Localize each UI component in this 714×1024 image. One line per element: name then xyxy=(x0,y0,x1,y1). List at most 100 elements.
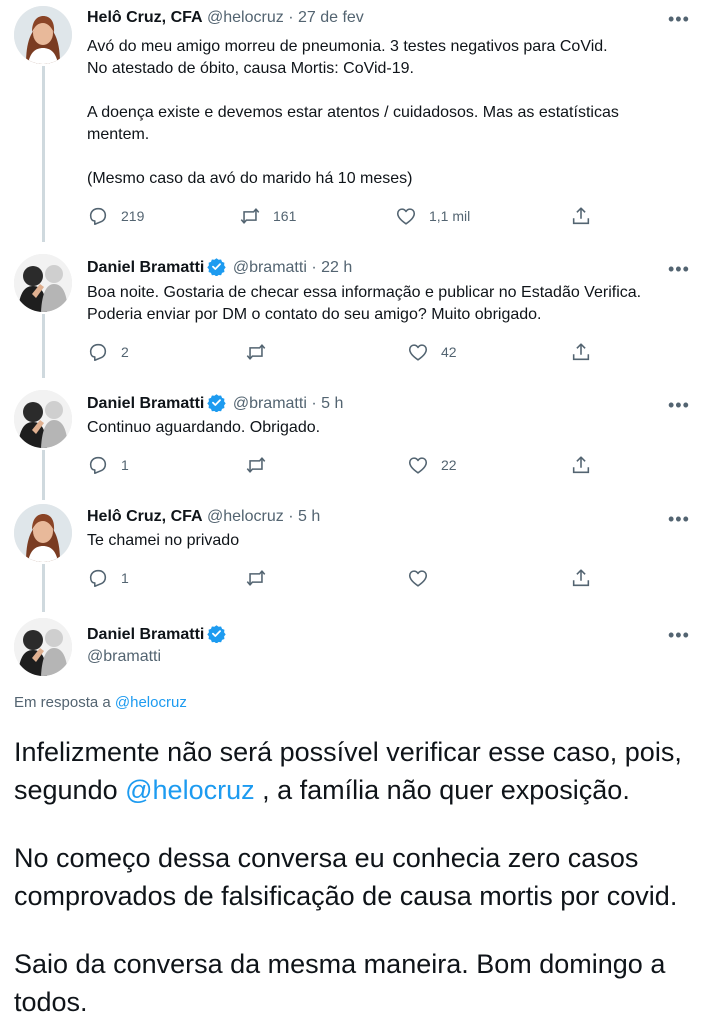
author-name[interactable]: Helô Cruz, CFA xyxy=(87,9,203,26)
timestamp[interactable]: 5 h xyxy=(298,508,320,525)
tweet-helo-2[interactable]: Helô Cruz, CFA @helocruz · 5 h ••• Te ch… xyxy=(0,500,714,604)
more-icon[interactable]: ••• xyxy=(668,626,690,644)
retweet-button[interactable] xyxy=(245,340,267,364)
tweet-text: Avó do meu amigo morreu de pneumonia. 3 … xyxy=(87,36,699,190)
tweet-helo-1[interactable]: Helô Cruz, CFA @helocruz · 27 de fev •••… xyxy=(0,0,714,240)
separator-dot: · xyxy=(288,9,294,26)
avatar[interactable] xyxy=(14,618,72,676)
tweet-header: Daniel Bramatti xyxy=(87,624,228,645)
reply-count: 1 xyxy=(121,457,129,473)
share-button[interactable] xyxy=(570,566,592,590)
tweet-header: Daniel Bramatti @bramatti · 5 h xyxy=(87,393,343,414)
share-icon xyxy=(570,341,592,363)
reply-icon xyxy=(87,454,109,476)
author-name[interactable]: Daniel Bramatti xyxy=(87,626,204,643)
reply-to-prefix: Em resposta a xyxy=(14,694,111,711)
tweet-text: Te chamei no privado xyxy=(87,530,699,552)
tweet-actions: 219 161 1,1 mil xyxy=(87,204,607,228)
separator-dot: · xyxy=(288,508,294,525)
tweet-line: Boa noite. Gostaria de checar essa infor… xyxy=(87,284,642,301)
retweet-button[interactable]: 161 xyxy=(239,204,296,228)
share-button[interactable] xyxy=(570,340,592,364)
mention-link[interactable]: @helocruz xyxy=(125,775,254,805)
retweet-icon xyxy=(245,454,267,476)
tweet-actions: 2 42 xyxy=(87,340,607,364)
avatar[interactable] xyxy=(14,6,72,64)
main-text-line: segundo @helocruz , a família não quer e… xyxy=(14,771,704,809)
like-icon xyxy=(407,341,429,363)
timestamp[interactable]: 5 h xyxy=(321,395,343,412)
author-handle[interactable]: @helocruz xyxy=(207,508,284,525)
avatar[interactable] xyxy=(14,390,72,448)
verified-badge-icon xyxy=(207,393,226,412)
like-count: 1,1 mil xyxy=(429,208,471,224)
retweet-button[interactable] xyxy=(245,566,267,590)
reply-count: 1 xyxy=(121,570,129,586)
like-icon xyxy=(407,454,429,476)
tweet-line: Avó do meu amigo morreu de pneumonia. 3 … xyxy=(87,38,608,55)
reply-count: 2 xyxy=(121,344,129,360)
tweet-header: Helô Cruz, CFA @helocruz · 5 h xyxy=(87,507,320,527)
share-button[interactable] xyxy=(570,204,592,228)
author-handle[interactable]: @bramatti xyxy=(87,648,161,665)
retweet-button[interactable] xyxy=(245,453,267,477)
separator-dot: · xyxy=(311,395,317,412)
tweet-header: Helô Cruz, CFA @helocruz · 27 de fev xyxy=(87,8,364,28)
author-handle[interactable]: @bramatti xyxy=(233,259,307,276)
tweet-line: Continuo aguardando. Obrigado. xyxy=(87,419,321,436)
more-icon[interactable]: ••• xyxy=(668,10,690,28)
reply-count: 219 xyxy=(121,208,145,224)
reply-button[interactable]: 2 xyxy=(87,340,129,364)
like-button[interactable] xyxy=(407,566,429,590)
reply-icon xyxy=(87,567,109,589)
more-icon[interactable]: ••• xyxy=(668,260,690,278)
avatar[interactable] xyxy=(14,254,72,312)
retweet-icon xyxy=(239,205,261,227)
tweet-line: mentem. xyxy=(87,126,150,143)
author-name[interactable]: Helô Cruz, CFA xyxy=(87,508,203,525)
reply-button[interactable]: 1 xyxy=(87,566,129,590)
main-tweet-text: Infelizmente não será possível verificar… xyxy=(14,733,704,1021)
tweet-line: A doença existe e devemos estar atentos … xyxy=(87,104,619,121)
more-icon[interactable]: ••• xyxy=(668,396,690,414)
like-icon xyxy=(395,205,417,227)
author-name[interactable]: Daniel Bramatti xyxy=(87,259,204,276)
main-text-line: todos. xyxy=(14,987,88,1017)
main-text-line: No começo dessa conversa eu conhecia zer… xyxy=(14,843,639,873)
tweet-daniel-1[interactable]: Daniel Bramatti @bramatti · 22 h ••• Boa… xyxy=(0,250,714,370)
like-count: 22 xyxy=(441,457,457,473)
author-handle[interactable]: @bramatti xyxy=(233,395,307,412)
tweet-line: Te chamei no privado xyxy=(87,532,240,549)
like-button[interactable]: 22 xyxy=(407,453,457,477)
retweet-icon xyxy=(245,341,267,363)
reply-button[interactable]: 219 xyxy=(87,204,144,228)
author-name[interactable]: Daniel Bramatti xyxy=(87,395,204,412)
share-icon xyxy=(570,567,592,589)
tweet-daniel-2[interactable]: Daniel Bramatti @bramatti · 5 h ••• Cont… xyxy=(0,386,714,490)
more-icon[interactable]: ••• xyxy=(668,510,690,528)
tweet-text: Boa noite. Gostaria de checar essa infor… xyxy=(87,282,699,326)
main-text-fragment: segundo xyxy=(14,775,118,805)
timestamp[interactable]: 22 h xyxy=(321,259,352,276)
reply-to-line: Em resposta a @helocruz xyxy=(14,694,187,711)
reply-to-mention[interactable]: @helocruz xyxy=(115,694,187,711)
tweet-actions: 1 22 xyxy=(87,453,607,477)
main-text-line: comprovados de falsificação de causa mor… xyxy=(14,881,678,911)
like-button[interactable]: 1,1 mil xyxy=(395,204,470,228)
reply-icon xyxy=(87,205,109,227)
author-handle[interactable]: @helocruz xyxy=(207,9,284,26)
share-button[interactable] xyxy=(570,453,592,477)
retweet-icon xyxy=(245,567,267,589)
tweet-actions: 1 xyxy=(87,566,607,590)
tweet-line: (Mesmo caso da avó do marido há 10 meses… xyxy=(87,170,413,187)
main-text-fragment: , a família não quer exposição. xyxy=(262,775,630,805)
timestamp[interactable]: 27 de fev xyxy=(298,9,364,26)
like-button[interactable]: 42 xyxy=(407,340,457,364)
verified-badge-icon xyxy=(207,624,226,643)
like-icon xyxy=(407,567,429,589)
reply-icon xyxy=(87,341,109,363)
retweet-count: 161 xyxy=(273,208,297,224)
reply-button[interactable]: 1 xyxy=(87,453,129,477)
avatar[interactable] xyxy=(14,504,72,562)
tweet-header: Daniel Bramatti @bramatti · 22 h xyxy=(87,257,352,278)
